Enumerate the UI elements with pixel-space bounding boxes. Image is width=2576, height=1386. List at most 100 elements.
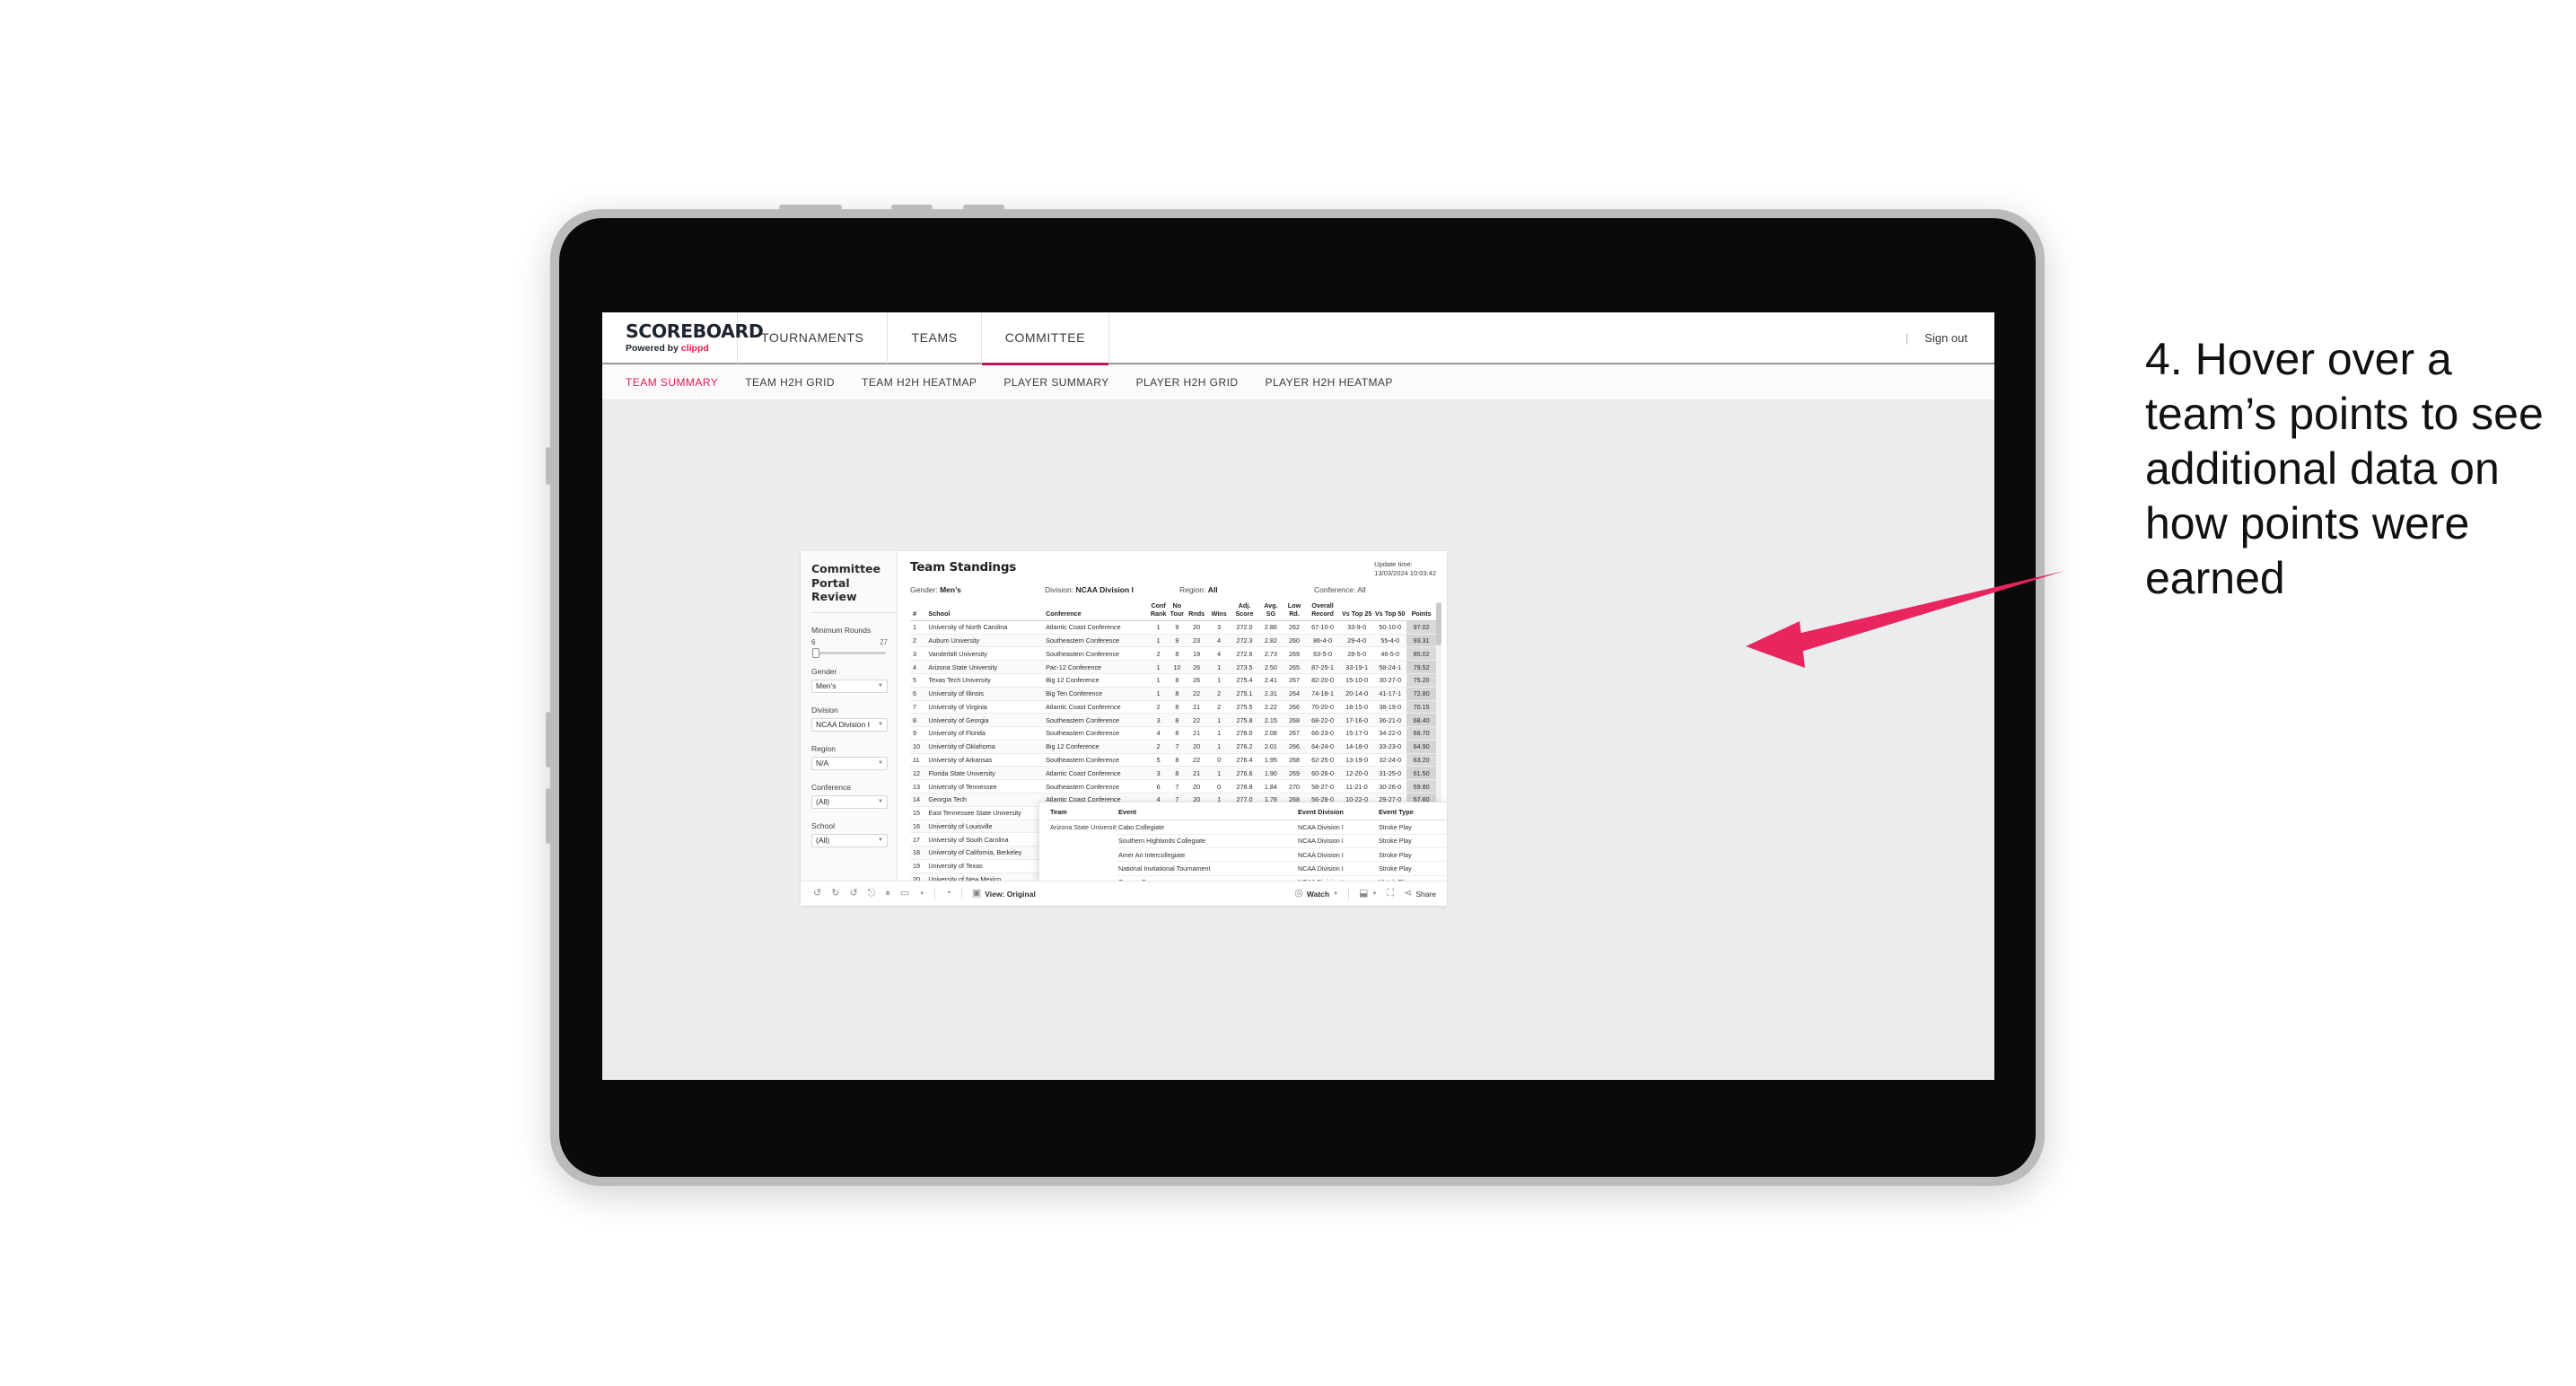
cell-points[interactable]: 64.90 (1406, 740, 1436, 754)
tooltip-rounds: 3 (1445, 820, 1447, 835)
tooltip-event: Copper Cup (1117, 875, 1296, 881)
table-row[interactable]: 10 University of Oklahoma Big 12 Conferenc… (910, 740, 1436, 754)
table-row[interactable]: 1 University of North Carolina Atlantic Co… (910, 620, 1436, 635)
redo-icon[interactable]: ↻ (831, 889, 839, 899)
cell-overall: 70-20-0 (1304, 700, 1341, 715)
cell-low_rd: 260 (1284, 634, 1305, 648)
pause-updates-icon[interactable]: ⏸ (885, 889, 890, 899)
col-vs-top-25[interactable]: Vs Top 25 (1340, 602, 1374, 621)
col-rank[interactable]: # (910, 602, 926, 621)
col-rnds[interactable]: Rnds (1186, 602, 1208, 621)
cell-conf_rank: 1 (1148, 687, 1169, 701)
cell-no_tour: 8 (1168, 753, 1187, 768)
cell-avg_sg: 2.41 (1257, 673, 1284, 688)
cell-points[interactable]: 61.50 (1406, 766, 1436, 781)
app-screen: SCOREBOARD Powered by clippd TOURNAMENTS… (602, 312, 1994, 1080)
col-conf-rank[interactable]: Conf Rank (1148, 602, 1169, 621)
cell-school: University of California, Berkeley (925, 846, 1044, 860)
view-original-button[interactable]: ▣ View: Original (972, 889, 1036, 899)
signout-link[interactable]: Sign out (1924, 331, 1967, 345)
subtab-player-summary[interactable]: PLAYER SUMMARY (1003, 376, 1108, 389)
subtab-team-summary[interactable]: TEAM SUMMARY (626, 376, 718, 389)
cell-points[interactable]: 79.52 (1406, 660, 1436, 674)
table-row[interactable]: 5 Texas Tech University Big 12 Conference 1… (910, 673, 1436, 688)
gender-select[interactable]: Men’s ▼ (811, 679, 888, 693)
table-row[interactable]: 11 University of Arkansas Southeastern Con… (910, 753, 1436, 768)
col-avg-sg[interactable]: Avg. SG (1257, 602, 1284, 621)
table-row[interactable]: 7 University of Virginia Atlantic Coast Co… (910, 700, 1436, 715)
cell-school: University of Illinois (925, 687, 1044, 701)
cell-school: Auburn University (925, 634, 1044, 648)
cell-points[interactable]: 59.80 (1406, 779, 1436, 794)
subtab-player-h2h-heatmap[interactable]: PLAYER H2H HEATMAP (1265, 376, 1392, 389)
table-row[interactable]: 9 University of Florida Southeastern Confe… (910, 726, 1436, 741)
toolbar-divider (960, 888, 962, 899)
fullscreen-icon[interactable]: ⛶ (1387, 889, 1394, 899)
cell-conf_rank: 1 (1148, 634, 1169, 648)
cell-rnds: 21 (1186, 726, 1208, 741)
cell-t25: 18-15-0 (1340, 700, 1374, 715)
share-button[interactable]: ⋖ Share (1404, 889, 1436, 899)
tablet-device-frame: SCOREBOARD Powered by clippd TOURNAMENTS… (546, 205, 2045, 1186)
cell-points[interactable]: 85.02 (1406, 646, 1436, 662)
table-row[interactable]: 8 University of Georgia Southeastern Confe… (910, 713, 1436, 728)
region-select[interactable]: N/A ▼ (811, 756, 888, 770)
col-vs-top-50[interactable]: Vs Top 50 (1373, 602, 1407, 621)
col-overall-record[interactable]: Overall Record (1304, 602, 1341, 621)
nav-tab-teams[interactable]: TEAMS (888, 312, 980, 364)
cell-points[interactable]: 63.20 (1406, 753, 1436, 768)
min-rounds-slider[interactable] (812, 647, 886, 658)
points-breakdown-tooltip: Team Event Event Division Event Type Rou… (1038, 802, 1447, 881)
col-school[interactable]: School (925, 602, 1044, 621)
col-conference[interactable]: Conference (1043, 602, 1149, 621)
cell-conference: Southeastern Conference (1043, 726, 1149, 741)
division-select[interactable]: NCAA Division I ▼ (811, 717, 888, 732)
min-rounds-slider-handle[interactable] (812, 647, 819, 658)
refresh-data-icon[interactable]: ⎋ (868, 889, 876, 899)
table-row[interactable]: 3 Vanderbilt University Southeastern Confe… (910, 646, 1436, 662)
table-row[interactable]: 12 Florida State University Atlantic Coast… (910, 766, 1436, 781)
cell-points[interactable]: 75.20 (1406, 673, 1436, 688)
col-points[interactable]: Points (1406, 602, 1436, 621)
revert-icon[interactable]: ↺ (849, 889, 857, 899)
cell-rnds: 26 (1186, 660, 1208, 674)
cell-num: 9 (910, 726, 926, 741)
col-low-rd[interactable]: Low Rd. (1284, 602, 1305, 621)
col-wins[interactable]: Wins (1207, 602, 1231, 621)
cell-t25: 14-18-0 (1340, 740, 1374, 754)
tooltip-event: Southern Highlands Collegiate (1117, 834, 1296, 849)
conference-select[interactable]: (All) ▼ (811, 794, 888, 809)
cell-points[interactable]: 97.02 (1406, 620, 1436, 635)
undo-icon[interactable]: ↺ (813, 889, 821, 899)
brand-logo[interactable]: SCOREBOARD Powered by clippd (602, 322, 764, 354)
chevron-down-icon[interactable]: ▼ (919, 891, 924, 897)
cell-points[interactable]: 93.31 (1406, 634, 1436, 648)
conference-select-value: (All) (816, 797, 830, 807)
history-icon[interactable]: ◔ (945, 889, 951, 899)
subtab-team-h2h-grid[interactable]: TEAM H2H GRID (745, 376, 835, 389)
subtab-player-h2h-grid[interactable]: PLAYER H2H GRID (1136, 376, 1239, 389)
device-layout-icon[interactable]: ▭ (900, 889, 909, 899)
col-adj-score[interactable]: Adj. Score (1231, 602, 1258, 621)
cell-t50: 55-4-0 (1373, 634, 1407, 648)
tooltip-event-division: NCAA Division I (1296, 820, 1377, 835)
scrollbar-thumb[interactable] (1436, 602, 1441, 646)
cell-num: 15 (910, 806, 926, 820)
cell-t25: 11-21-0 (1340, 779, 1374, 794)
table-row[interactable]: 13 University of Tennessee Southeastern Co… (910, 779, 1436, 794)
download-button[interactable]: ⬓ ▼ (1359, 889, 1377, 899)
watch-button[interactable]: ◎ Watch ▼ (1294, 889, 1338, 899)
col-no-tour[interactable]: No Tour (1168, 602, 1187, 621)
cell-points[interactable]: 68.40 (1406, 713, 1436, 728)
table-row[interactable]: 6 University of Illinois Big Ten Conferenc… (910, 687, 1436, 701)
table-row[interactable]: 4 Arizona State University Pac-12 Conferen… (910, 660, 1436, 674)
table-row[interactable]: 2 Auburn University Southeastern Conferenc… (910, 634, 1436, 648)
cell-points[interactable]: 72.80 (1406, 687, 1436, 701)
school-select[interactable]: (All) ▼ (811, 833, 888, 847)
subtab-team-h2h-heatmap[interactable]: TEAM H2H HEATMAP (862, 376, 977, 389)
cell-points[interactable]: 70.15 (1406, 700, 1436, 715)
nav-tab-tournaments[interactable]: TOURNAMENTS (738, 312, 887, 364)
cell-points[interactable]: 66.70 (1406, 726, 1436, 741)
nav-tab-committee[interactable]: COMMITTEE (981, 312, 1109, 365)
cell-num: 19 (910, 859, 926, 873)
